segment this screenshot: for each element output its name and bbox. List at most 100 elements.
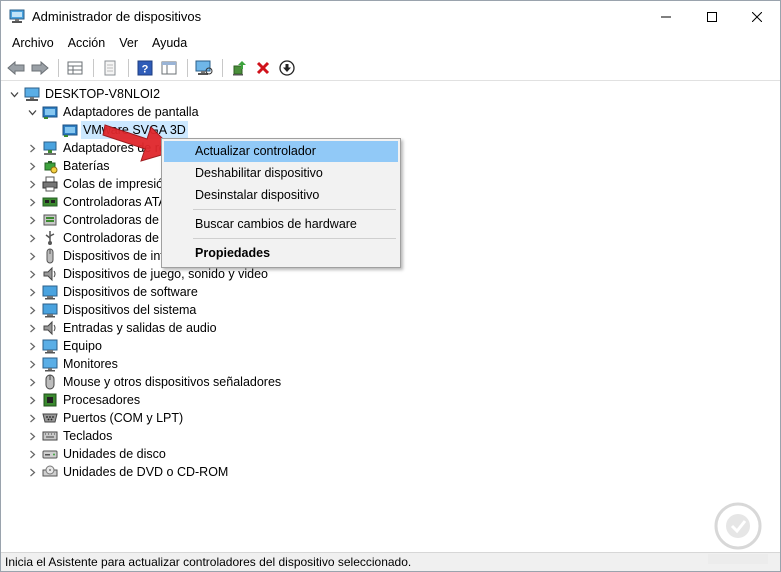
menu-accion[interactable]: Acción: [62, 32, 112, 54]
close-button[interactable]: [734, 1, 780, 32]
scan-hardware-button[interactable]: [193, 57, 215, 79]
expand-chevron-icon[interactable]: [26, 247, 38, 265]
category-label: Teclados: [63, 429, 113, 443]
device-manager-icon: [9, 9, 25, 24]
properties-grid-button[interactable]: [64, 57, 86, 79]
update-driver-button[interactable]: [228, 57, 250, 79]
computer-icon: [42, 338, 58, 354]
collapse-chevron-icon[interactable]: [8, 85, 20, 103]
tree-category-hid[interactable]: Dispositivos de int: [26, 247, 166, 265]
status-bar: Inicia el Asistente para actualizar cont…: [1, 552, 780, 571]
expand-chevron-icon[interactable]: [26, 463, 38, 481]
view-panel-icon: [161, 61, 177, 74]
expand-chevron-icon[interactable]: [26, 409, 38, 427]
mouse-icon: [42, 374, 58, 390]
tree-category-ata-controllers[interactable]: Controladoras ATA: [26, 193, 169, 211]
help-icon: ?: [137, 60, 153, 75]
tree-category-ports[interactable]: Puertos (COM y LPT): [26, 409, 185, 427]
ctx-properties[interactable]: Propiedades: [164, 243, 398, 264]
ctx-scan-hardware[interactable]: Buscar cambios de hardware: [164, 214, 398, 235]
expand-chevron-icon[interactable]: [26, 139, 38, 157]
system-device-icon: [42, 302, 58, 318]
toolbar-separator: [128, 58, 129, 77]
expand-chevron-icon[interactable]: [26, 265, 38, 283]
expand-chevron-icon[interactable]: [26, 229, 38, 247]
maximize-button[interactable]: [689, 1, 735, 32]
keyboard-icon: [42, 428, 58, 444]
category-label: Dispositivos de software: [63, 285, 198, 299]
expand-chevron-icon[interactable]: [26, 445, 38, 463]
tree-category-mice[interactable]: Mouse y otros dispositivos señaladores: [26, 373, 283, 391]
category-label: Entradas y salidas de audio: [63, 321, 217, 335]
tree-category-system[interactable]: Dispositivos del sistema: [26, 301, 198, 319]
expand-chevron-icon[interactable]: [26, 337, 38, 355]
watermark-logo: [708, 502, 768, 564]
battery-icon: [42, 158, 58, 174]
category-label: Dispositivos del sistema: [63, 303, 197, 317]
tree-category-software[interactable]: Dispositivos de software: [26, 283, 200, 301]
tree-category-monitors[interactable]: Monitores: [26, 355, 120, 373]
context-menu: Actualizar controlador Deshabilitar disp…: [161, 138, 401, 268]
ctx-uninstall-device[interactable]: Desinstalar dispositivo: [164, 185, 398, 206]
back-arrow-icon: [7, 60, 25, 75]
tree-category-disk-drives[interactable]: Unidades de disco: [26, 445, 168, 463]
tree-category-keyboards[interactable]: Teclados: [26, 427, 114, 445]
tree-category-batteries[interactable]: Baterías: [26, 157, 112, 175]
ctx-update-driver[interactable]: Actualizar controlador: [164, 141, 398, 162]
software-device-icon: [42, 284, 58, 300]
blank-page-button[interactable]: [99, 57, 121, 79]
uninstall-button[interactable]: [252, 57, 274, 79]
uninstall-x-icon: [256, 61, 270, 74]
expand-chevron-icon[interactable]: [26, 301, 38, 319]
expand-chevron-icon[interactable]: [26, 391, 38, 409]
category-label: Mouse y otros dispositivos señaladores: [63, 375, 282, 389]
category-label: Colas de impresió: [63, 177, 164, 191]
menu-ver[interactable]: Ver: [113, 32, 144, 54]
menu-ayuda[interactable]: Ayuda: [146, 32, 193, 54]
expand-chevron-icon[interactable]: [26, 175, 38, 193]
minimize-button[interactable]: [643, 1, 689, 32]
port-icon: [42, 410, 58, 426]
forward-arrow-icon: [31, 60, 49, 75]
tree-root[interactable]: DESKTOP-V8NLOI2: [8, 85, 162, 103]
monitor-icon: [42, 356, 58, 372]
title-bar: Administrador de dispositivos: [1, 1, 780, 32]
ctx-separator: [193, 209, 396, 210]
toolbar-separator: [93, 58, 94, 77]
category-label: Unidades de disco: [63, 447, 166, 461]
properties-grid-icon: [67, 61, 83, 74]
disk-drive-icon: [42, 446, 58, 462]
tree-category-usb-controllers[interactable]: Controladoras de: [26, 229, 161, 247]
tree-category-computer[interactable]: Equipo: [26, 337, 104, 355]
svg-text:?: ?: [142, 63, 149, 75]
tree-category-storage-controllers[interactable]: Controladoras de: [26, 211, 161, 229]
menu-archivo[interactable]: Archivo: [6, 32, 60, 54]
ctx-disable-device[interactable]: Deshabilitar dispositivo: [164, 163, 398, 184]
usb-icon: [42, 230, 58, 246]
processor-icon: [42, 392, 58, 408]
toolbar: ?: [1, 55, 780, 81]
tree-category-print-queues[interactable]: Colas de impresió: [26, 175, 165, 193]
expand-chevron-icon[interactable]: [26, 427, 38, 445]
category-label: Equipo: [63, 339, 102, 353]
help-button[interactable]: ?: [134, 57, 156, 79]
expand-chevron-icon[interactable]: [26, 319, 38, 337]
expand-chevron-icon[interactable]: [26, 373, 38, 391]
expand-chevron-icon[interactable]: [26, 283, 38, 301]
expand-chevron-icon[interactable]: [26, 157, 38, 175]
expand-chevron-icon[interactable]: [26, 211, 38, 229]
printer-icon: [42, 176, 58, 192]
tree-category-processors[interactable]: Procesadores: [26, 391, 142, 409]
expand-chevron-icon[interactable]: [26, 193, 38, 211]
expand-chevron-icon[interactable]: [26, 355, 38, 373]
ctx-separator: [193, 238, 396, 239]
forward-button[interactable]: [29, 57, 51, 79]
back-button[interactable]: [5, 57, 27, 79]
tree-category-dvd-drives[interactable]: Unidades de DVD o CD-ROM: [26, 463, 230, 481]
view-panel-button[interactable]: [158, 57, 180, 79]
tree-category-audio-io[interactable]: Entradas y salidas de audio: [26, 319, 219, 337]
monitor-scan-icon: [195, 60, 213, 75]
storage-controller-icon: [42, 212, 58, 228]
disable-button[interactable]: [276, 57, 298, 79]
collapse-chevron-icon[interactable]: [26, 103, 38, 121]
